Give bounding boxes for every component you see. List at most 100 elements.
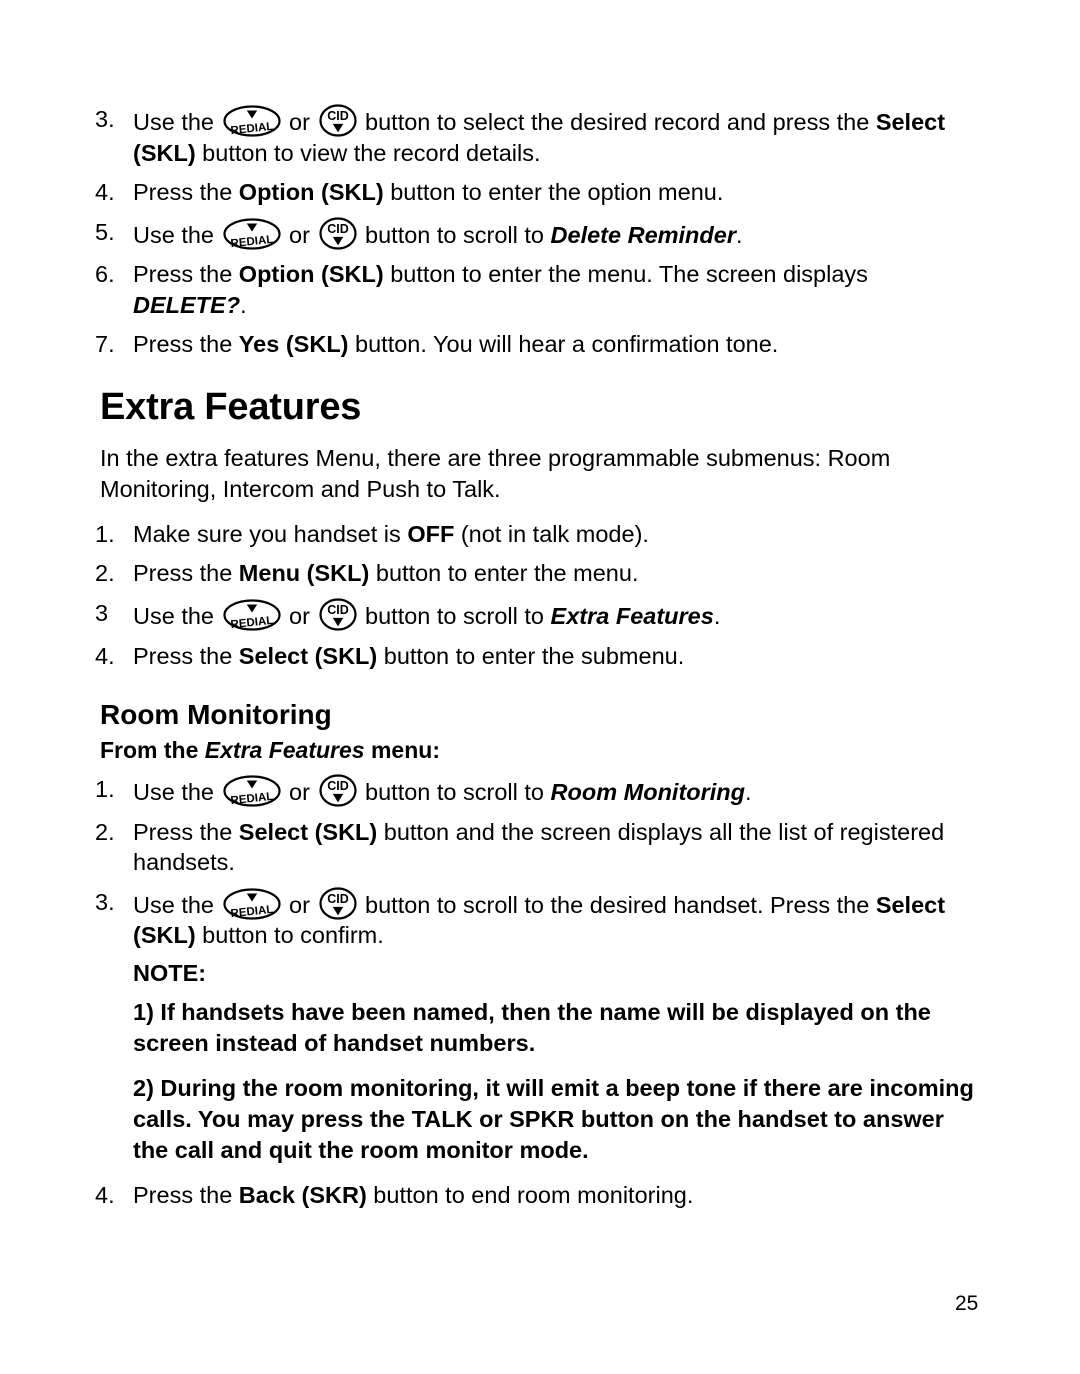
- emphasis-text: OFF: [407, 520, 455, 547]
- body-text: or: [282, 891, 317, 918]
- intro-paragraph: In the extra features Menu, there are th…: [100, 444, 891, 502]
- body-text: button to scroll to the desired handset.…: [358, 891, 876, 918]
- body-text: button to enter the menu. The screen dis…: [383, 261, 868, 288]
- list-item: 4. Press the Select (SKL) button to enter…: [95, 641, 975, 672]
- emphasis-text: menu:: [364, 737, 440, 764]
- body-text: button to enter the submenu.: [377, 642, 685, 669]
- list-item: 3 Use the REDIAL or CID button to scroll …: [95, 598, 975, 632]
- emphasis-text: Option (SKL): [238, 261, 384, 288]
- body-text: .: [745, 779, 752, 806]
- page-title: Extra Features: [100, 385, 362, 428]
- note-item-2: 2) During the room monitoring, it will e…: [133, 1074, 974, 1163]
- cid-button-icon: CID: [318, 774, 357, 807]
- body-text: (not in talk mode).: [454, 520, 649, 547]
- list-item-number: 1.: [95, 520, 115, 547]
- emphasis-text: Delete Reminder: [550, 221, 736, 248]
- emphasis-text: Back (SKR): [238, 1181, 367, 1208]
- body-text: Use the: [133, 779, 221, 806]
- list-item-text: Press the Menu (SKL) button to enter the…: [133, 558, 975, 589]
- emphasis-text: Select (SKL): [238, 818, 378, 845]
- emphasis-text: Menu (SKL): [238, 560, 370, 587]
- list-item-number: 3.: [95, 106, 115, 132]
- cid-button-icon: CID: [318, 887, 357, 920]
- list-item-number: 4.: [95, 1181, 115, 1208]
- list-item-number: 2.: [95, 818, 115, 845]
- extra-features-steps-list: 1. Make sure you handset is OFF (not in t…: [95, 519, 975, 671]
- list-item-text: Press the Yes (SKL) button. You will hea…: [133, 329, 975, 360]
- body-text: Press the: [133, 560, 239, 587]
- body-text: button to enter the option menu.: [383, 179, 724, 206]
- list-item-text: Press the Select (SKL) button and the sc…: [133, 817, 975, 878]
- emphasis-text: Yes (SKL): [238, 331, 349, 358]
- list-item: 4. Press the Option (SKL) button to enter…: [95, 177, 975, 208]
- body-text: or: [282, 779, 317, 806]
- body-text: Make sure you handset is: [133, 520, 408, 547]
- list-item: 3. Use the REDIAL or CID button to scroll…: [95, 887, 975, 951]
- list-item-number: 7.: [95, 331, 115, 358]
- list-item-text: Press the Select (SKL) button to enter t…: [133, 641, 975, 672]
- list-item-number: 1.: [95, 776, 115, 803]
- list-item-number: 3.: [95, 888, 115, 915]
- list-item-number: 6.: [95, 261, 115, 288]
- body-text: Press the: [133, 642, 239, 669]
- redial-button-icon: REDIAL: [222, 775, 281, 807]
- list-item-text: Press the Back (SKR) button to end room …: [133, 1180, 975, 1211]
- list-item-number: 2.: [95, 560, 115, 587]
- top-steps-list: 3. Use the REDIAL or CID button to select…: [95, 104, 975, 360]
- svg-text:CID: CID: [327, 779, 349, 793]
- list-item-text: Press the Option (SKL) button to enter t…: [133, 259, 975, 320]
- body-text: button. You will hear a confirmation ton…: [348, 331, 779, 358]
- cid-button-icon: CID: [318, 104, 357, 137]
- list-item-text: Use the REDIAL or CID button to select t…: [133, 104, 975, 168]
- body-text: .: [713, 602, 721, 629]
- cid-button-icon: CID: [318, 598, 357, 631]
- cid-button-icon: CID: [318, 217, 357, 250]
- body-text: Press the: [133, 818, 239, 845]
- body-text: Press the: [133, 261, 239, 288]
- redial-button-icon: REDIAL: [222, 888, 281, 920]
- body-text: button to scroll to: [358, 779, 551, 806]
- svg-text:CID: CID: [327, 892, 349, 906]
- body-text: Press the: [133, 179, 239, 206]
- list-item: 2. Press the Menu (SKL) button to enter t…: [95, 558, 975, 589]
- emphasis-text: Select (SKL): [238, 642, 378, 669]
- body-text: or: [282, 109, 317, 135]
- list-item-text: Use the REDIAL or CID button to scroll t…: [133, 887, 975, 951]
- list-item-text: Use the REDIAL or CID button to scroll t…: [133, 598, 975, 632]
- manual-page: 3. Use the REDIAL or CID button to select…: [0, 0, 1080, 1374]
- final-step: 4. Press the Back (SKR) button to end roo…: [95, 1180, 975, 1211]
- body-text: button to select the desired record and …: [358, 109, 876, 135]
- emphasis-text: Option (SKL): [238, 179, 384, 206]
- redial-button-icon: REDIAL: [222, 599, 281, 631]
- page-content: 3. Use the REDIAL or CID button to select…: [95, 104, 975, 1219]
- list-item-number: 4.: [95, 642, 115, 669]
- list-item-text: Use the REDIAL or CID button to scroll t…: [133, 774, 975, 808]
- list-item: 2. Press the Select (SKL) button and the …: [95, 817, 975, 878]
- section-subtitle: Room Monitoring: [100, 699, 332, 731]
- list-item: 5. Use the REDIAL or CID button to scroll…: [95, 217, 975, 251]
- body-text: Use the: [133, 602, 221, 629]
- svg-text:CID: CID: [327, 109, 349, 123]
- list-item-number: 4.: [95, 179, 115, 206]
- list-item: 1. Use the REDIAL or CID button to scroll…: [95, 774, 975, 808]
- body-text: button to scroll to: [358, 221, 551, 248]
- body-text: button to end room monitoring.: [366, 1181, 694, 1208]
- svg-text:CID: CID: [327, 222, 349, 236]
- list-item: 6. Press the Option (SKL) button to enter…: [95, 259, 975, 320]
- page-number: 25: [955, 1292, 979, 1315]
- svg-text:CID: CID: [327, 603, 349, 617]
- emphasis-text: Room Monitoring: [550, 779, 746, 806]
- note-item-1: 1) If handsets have been named, then the…: [133, 998, 931, 1056]
- emphasis-text: Extra Features: [204, 737, 365, 764]
- body-text: Use the: [133, 891, 221, 918]
- from-menu-line: From the Extra Features menu:: [100, 737, 975, 764]
- emphasis-text: From the: [100, 737, 205, 764]
- list-item-text: Make sure you handset is OFF (not in tal…: [133, 519, 975, 550]
- body-text: Use the: [133, 221, 221, 248]
- body-text: Use the: [133, 109, 221, 135]
- list-item-number: 3: [95, 599, 109, 626]
- note-label: NOTE:: [133, 959, 207, 986]
- list-item: 7. Press the Yes (SKL) button. You will h…: [95, 329, 975, 360]
- emphasis-text: Extra Features: [550, 602, 714, 629]
- redial-button-icon: REDIAL: [222, 218, 281, 250]
